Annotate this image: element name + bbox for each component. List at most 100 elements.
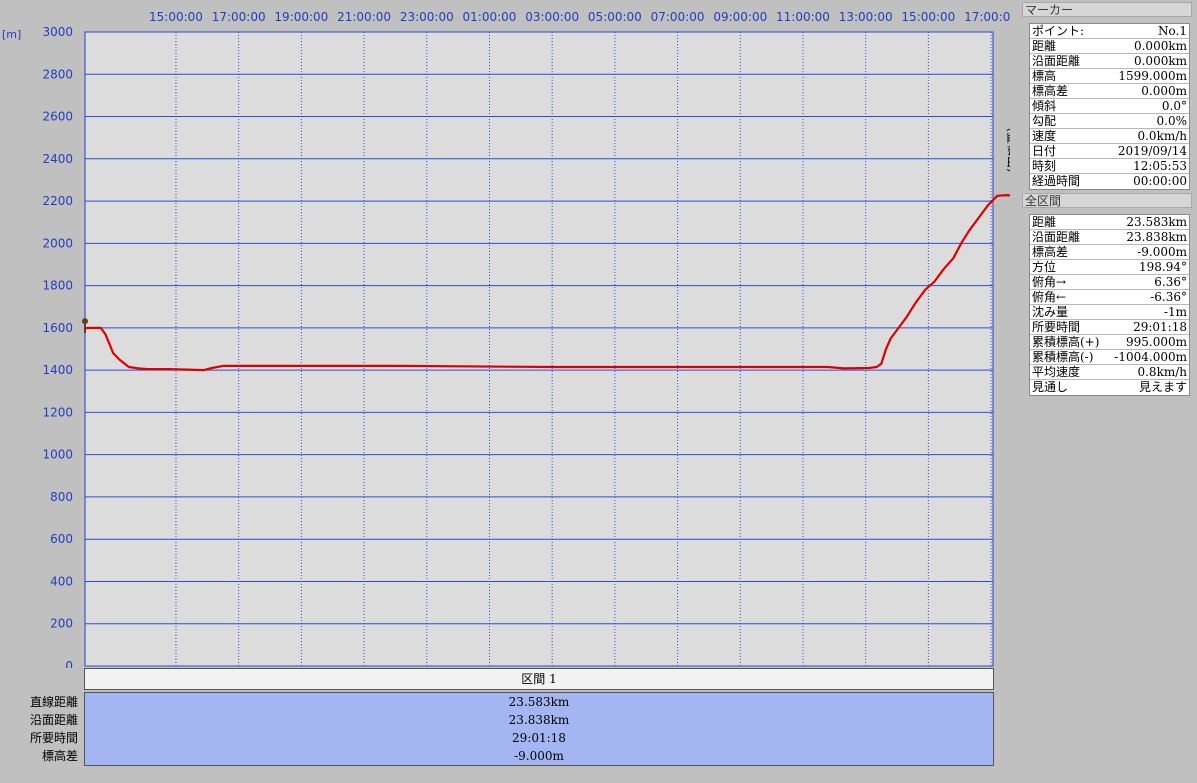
marker-info-row: 経過時間 00:00:00: [1030, 174, 1189, 189]
marker-info-row: 勾配 0.0%: [1030, 114, 1189, 129]
y-tick-label: 2200: [42, 194, 73, 208]
total-info-row: 俯角← -6.36°: [1030, 290, 1189, 305]
x-tick-label: 17:00:00: [212, 10, 266, 24]
section-value-elevation-diff: -9.000m: [514, 749, 564, 763]
total-info-label: 方位: [1032, 260, 1057, 274]
marker-info-row: 日付 2019/09/14: [1030, 144, 1189, 159]
total-info-row: 所要時間 29:01:18: [1030, 320, 1189, 335]
y-tick-label: 1600: [42, 321, 73, 335]
row-label-straight-distance: 直線距離: [29, 695, 78, 709]
x-tick-label: 15:00:00: [901, 10, 955, 24]
peak-annotation: (釜仏山): [1006, 127, 1010, 172]
total-info-label: 沿面距離: [1032, 230, 1081, 244]
hiker-icon: [82, 318, 88, 325]
marker-info-label: 沿面距離: [1032, 54, 1081, 68]
marker-info-label: ポイント:: [1032, 24, 1085, 38]
total-info-row: 方位 198.94°: [1030, 260, 1189, 275]
total-info-value: 23.838km: [1126, 230, 1187, 244]
marker-info-label: 標高差: [1032, 84, 1069, 98]
marker-info-row: ポイント: No.1: [1030, 24, 1189, 39]
total-info-label: 所要時間: [1032, 320, 1081, 334]
total-info-value: -9.000m: [1137, 245, 1187, 259]
total-info-label: 俯角→: [1032, 275, 1067, 289]
marker-info-row: 傾斜 0.0°: [1030, 99, 1189, 114]
x-tick-label: 11:00:00: [776, 10, 830, 24]
total-info-table: 距離 23.583km 沿面距離 23.838km 標高差 -9.000m 方位 198.94…: [1029, 214, 1190, 396]
total-info-row: 見通し 見えます: [1030, 380, 1189, 395]
y-tick-label: 1800: [42, 279, 73, 293]
marker-info-value: 0.0°: [1161, 99, 1187, 113]
marker-info-value: 0.000m: [1141, 84, 1187, 98]
marker-info-value: 0.0%: [1156, 114, 1188, 128]
marker-info-value: 12:05:53: [1133, 159, 1187, 173]
total-info-row: 沈み量 -1m: [1030, 305, 1189, 320]
total-info-value: 0.8km/h: [1137, 365, 1187, 379]
total-info-value: -1004.000m: [1114, 350, 1187, 364]
x-tick-label: 01:00:00: [463, 10, 517, 24]
total-info-label: 累積標高(-): [1032, 350, 1094, 364]
total-info-row: 累積標高(+) 995.000m: [1030, 335, 1189, 350]
marker-info-label: 時刻: [1032, 159, 1057, 173]
marker-info-row: 標高 1599.000m: [1030, 69, 1189, 84]
total-info-value: 198.94°: [1139, 260, 1187, 274]
elevation-chart[interactable]: 0 200 400 600 800 1000 1200 1400 1600 1800 2000 220…: [0, 0, 1010, 668]
marker-info-row: 距離 0.000km: [1030, 39, 1189, 54]
total-info-value: 995.000m: [1125, 335, 1187, 349]
marker-info-label: 速度: [1032, 129, 1057, 143]
marker-panel-title: マーカー: [1022, 2, 1192, 17]
y-tick-label: 200: [50, 617, 73, 631]
y-unit-label: [m]: [2, 28, 21, 41]
y-tick-label: 1400: [42, 363, 73, 377]
marker-info-label: 経過時間: [1032, 174, 1081, 188]
marker-info-table: ポイント: No.1 距離 0.000km 沿面距離 0.000km 標高 1599.000m…: [1029, 23, 1190, 190]
section-value-duration: 29:01:18: [512, 731, 566, 745]
y-tick-label: 400: [50, 574, 73, 588]
y-tick-label: 1000: [42, 448, 73, 462]
x-tick-label: 13:00:00: [839, 10, 893, 24]
marker-info-label: 標高: [1032, 69, 1057, 83]
section-value-surface-distance: 23.838km: [508, 713, 570, 727]
marker-info-label: 距離: [1032, 39, 1057, 53]
marker-info-row: 沿面距離 0.000km: [1030, 54, 1189, 69]
total-info-value: 見えます: [1138, 380, 1187, 394]
x-tick-label: 17:00:00: [964, 10, 1010, 24]
marker-info-row: 時刻 12:05:53: [1030, 159, 1189, 174]
total-info-value: 6.36°: [1154, 275, 1187, 289]
y-tick-label: 2800: [42, 67, 73, 81]
total-panel-title: 全区間: [1022, 193, 1192, 208]
marker-info-row: 速度 0.0km/h: [1030, 129, 1189, 144]
marker-info-value: 0.000km: [1133, 54, 1187, 68]
y-tick-label: 800: [50, 490, 73, 504]
total-panel: 全区間 距離 23.583km 沿面距離 23.838km 標高差 -9.000m 方位 19…: [1022, 193, 1192, 396]
marker-info-value: No.1: [1158, 24, 1187, 38]
total-info-row: 標高差 -9.000m: [1030, 245, 1189, 260]
x-tick-label: 03:00:00: [525, 10, 579, 24]
marker-info-value: 2019/09/14: [1117, 144, 1187, 158]
marker-info-value: 00:00:00: [1133, 174, 1187, 188]
y-tick-label: 600: [50, 532, 73, 546]
y-tick-label: 2600: [42, 110, 73, 124]
y-tick-label: 2000: [42, 236, 73, 250]
total-info-label: 平均速度: [1032, 365, 1081, 379]
row-label-surface-distance: 沿面距離: [29, 713, 78, 727]
y-tick-label: 0: [65, 659, 73, 668]
y-tick-label: 3000: [42, 25, 73, 39]
marker-info-value: 1599.000m: [1118, 69, 1187, 83]
marker-info-value: 0.000km: [1133, 39, 1187, 53]
total-info-label: 沈み量: [1032, 305, 1069, 319]
x-tick-label: 09:00:00: [713, 10, 767, 24]
section-header[interactable]: 区間 1: [84, 668, 994, 690]
section-table: 区間 1 23.583km 23.838km 29:01:18 -9.000m: [84, 668, 994, 766]
row-label-elevation-diff: 標高差: [41, 749, 78, 763]
marker-info-value: 0.0km/h: [1137, 129, 1187, 143]
marker-info-label: 日付: [1032, 144, 1057, 158]
x-tick-label: 07:00:00: [651, 10, 705, 24]
total-info-label: 距離: [1032, 215, 1057, 229]
x-tick-label: 21:00:00: [337, 10, 391, 24]
marker-info-row: 標高差 0.000m: [1030, 84, 1189, 99]
total-info-label: 見通し: [1032, 380, 1069, 394]
marker-info-label: 傾斜: [1032, 99, 1057, 113]
x-tick-label: 05:00:00: [588, 10, 642, 24]
y-tick-label: 1200: [42, 405, 73, 419]
x-tick-label: 19:00:00: [274, 10, 328, 24]
